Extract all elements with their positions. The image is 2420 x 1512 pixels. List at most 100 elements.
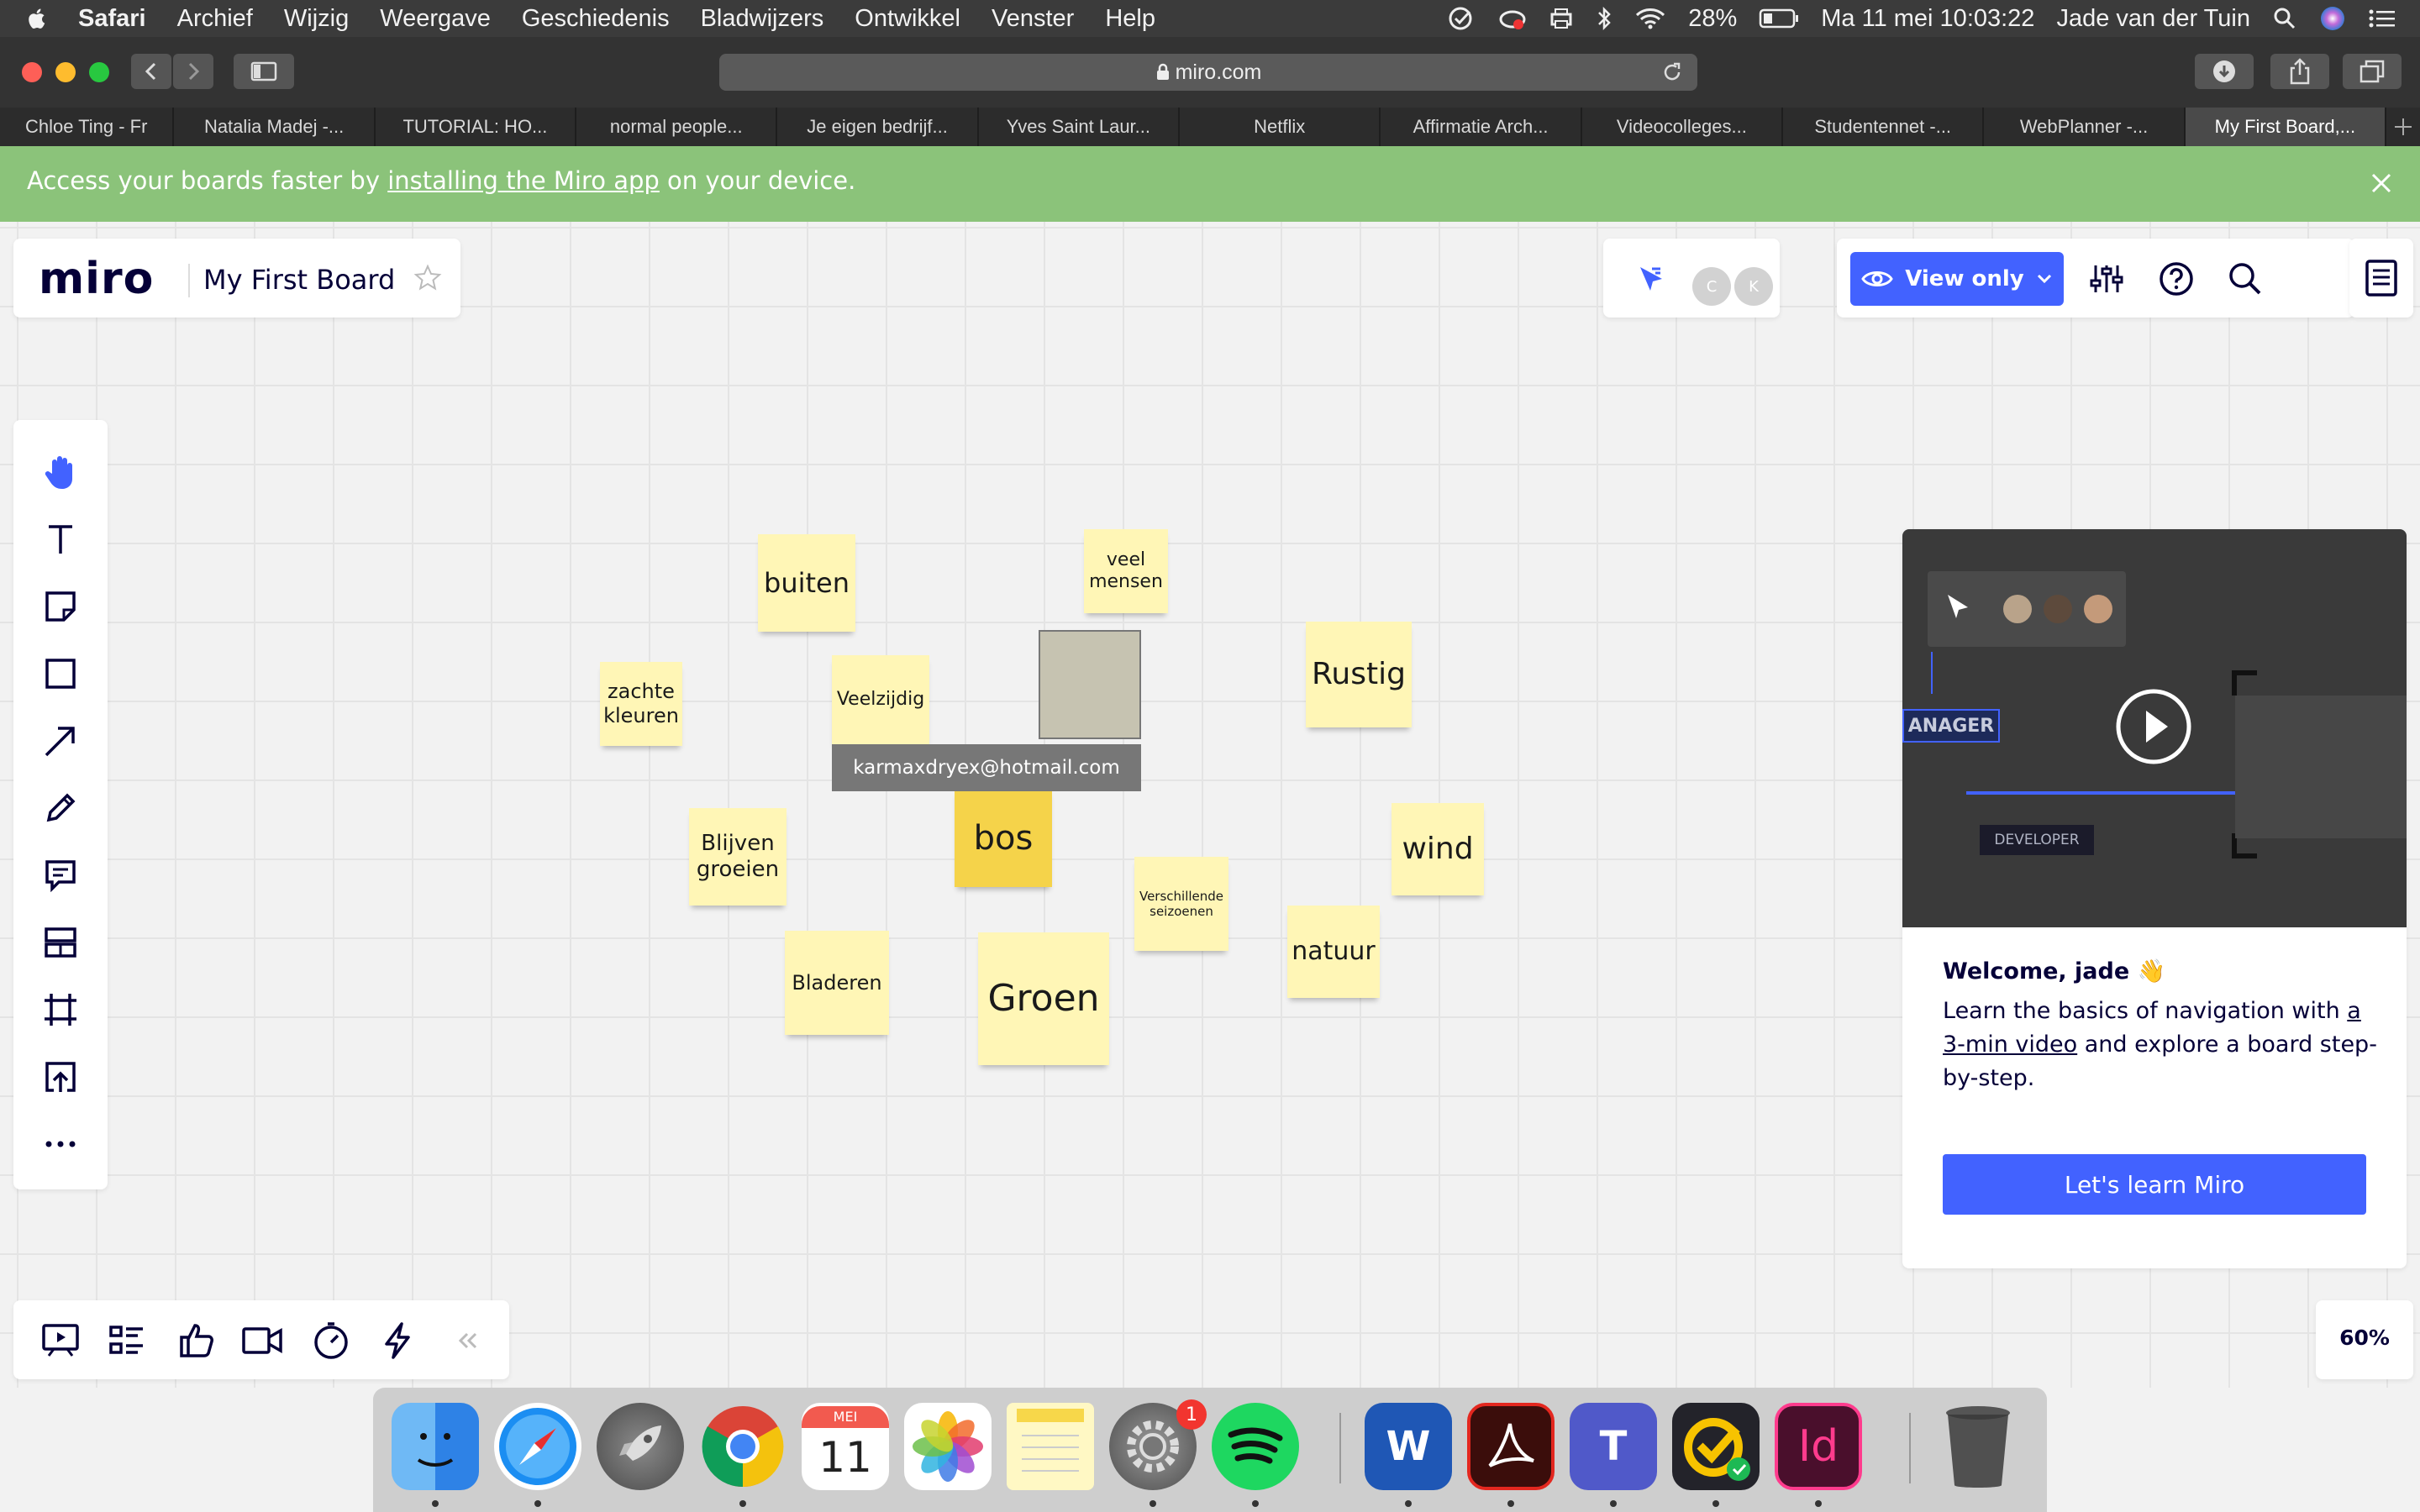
tab-overview-button[interactable] — [2343, 54, 2402, 89]
star-icon[interactable] — [413, 264, 442, 292]
menu-archief[interactable]: Archief — [177, 5, 253, 33]
downloads-button[interactable] — [2195, 54, 2254, 89]
maximize-window-button[interactable] — [89, 62, 109, 82]
templates-tool[interactable] — [37, 919, 84, 966]
close-window-button[interactable] — [22, 62, 42, 82]
finder-icon[interactable] — [392, 1403, 479, 1490]
safari-icon[interactable] — [494, 1403, 581, 1490]
shape-tool[interactable] — [37, 650, 84, 697]
notes-icon[interactable] — [1007, 1403, 1094, 1490]
board-canvas[interactable]: miro My First Board C K View only buiten… — [0, 222, 2420, 1388]
board-title[interactable]: My First Board — [203, 264, 395, 296]
acrobat-icon[interactable] — [1467, 1403, 1555, 1490]
tab-2[interactable]: TUTORIAL: HO... — [376, 108, 577, 146]
forward-button[interactable] — [173, 54, 213, 89]
siri-icon[interactable] — [2319, 5, 2346, 32]
selected-gray-note[interactable] — [1039, 630, 1141, 739]
tutorial-video[interactable]: ANAGER DEVELOPER — [1902, 529, 2407, 927]
tab-0[interactable]: Chloe Ting - Fr — [0, 108, 175, 146]
lets-learn-miro-button[interactable]: Let's learn Miro — [1943, 1154, 2366, 1215]
settings-sliders-icon[interactable] — [2089, 262, 2124, 296]
sticky-note-rustig[interactable]: Rustig — [1306, 622, 1412, 727]
view-only-button[interactable]: View only — [1850, 252, 2064, 306]
spotlight-search-icon[interactable] — [2272, 6, 2297, 31]
reload-icon[interactable] — [1660, 60, 1684, 84]
sticky-note-tool[interactable] — [37, 583, 84, 630]
sticky-note-buiten[interactable]: buiten — [758, 534, 855, 632]
launchpad-icon[interactable] — [597, 1403, 684, 1490]
tab-3[interactable]: normal people... — [576, 108, 778, 146]
collaborator-avatar-k[interactable]: K — [1734, 267, 1773, 306]
thumbs-up-icon[interactable] — [176, 1320, 217, 1361]
share-button[interactable] — [2270, 54, 2329, 89]
timer-icon[interactable] — [311, 1320, 351, 1361]
address-bar[interactable]: miro.com — [719, 54, 1697, 91]
menu-weergave[interactable]: Weergave — [380, 5, 491, 33]
board-content-list-icon[interactable] — [108, 1320, 148, 1361]
tab-1[interactable]: Natalia Madej -... — [174, 108, 376, 146]
zoom-level[interactable]: 60% — [2316, 1326, 2413, 1350]
sticky-note-bos[interactable]: bos — [955, 790, 1052, 887]
sidebar-toggle-button[interactable] — [234, 54, 294, 89]
search-icon[interactable] — [2227, 260, 2264, 297]
sticky-note-natuur[interactable]: natuur — [1287, 906, 1380, 998]
menu-geschiedenis[interactable]: Geschiedenis — [522, 5, 670, 33]
close-icon[interactable] — [2363, 165, 2400, 202]
notes-list-icon[interactable] — [2365, 259, 2398, 297]
new-tab-button[interactable] — [2386, 108, 2420, 146]
follow-cursor-icon[interactable] — [1635, 264, 1665, 294]
sticky-note-blijven-groeien[interactable]: Blijven groeien — [689, 808, 786, 906]
photos-icon[interactable] — [904, 1403, 992, 1490]
tab-5[interactable]: Yves Saint Laur... — [979, 108, 1181, 146]
text-tool[interactable] — [37, 516, 84, 563]
more-tools-button[interactable] — [37, 1121, 84, 1168]
menubar-user[interactable]: Jade van der Tuin — [2056, 5, 2250, 33]
tab-4[interactable]: Je eigen bedrijf... — [777, 108, 979, 146]
menu-bladwijzers[interactable]: Bladwijzers — [701, 5, 824, 33]
norton-icon[interactable] — [1672, 1403, 1760, 1490]
sticky-note-groen[interactable]: Groen — [978, 932, 1109, 1065]
microsoft-teams-icon[interactable]: T — [1570, 1403, 1657, 1490]
presentation-icon[interactable] — [40, 1320, 81, 1361]
sticky-note-wind[interactable]: wind — [1392, 803, 1484, 895]
hand-tool[interactable] — [37, 449, 84, 496]
trash-icon[interactable] — [1934, 1403, 2022, 1490]
play-icon[interactable] — [2114, 687, 2193, 766]
creative-cloud-icon[interactable] — [1498, 6, 1527, 31]
calendar-icon[interactable]: MEI 11 — [802, 1403, 889, 1490]
microsoft-word-icon[interactable]: W — [1365, 1403, 1452, 1490]
menu-wijzig[interactable]: Wijzig — [284, 5, 349, 33]
connection-line-tool[interactable] — [37, 717, 84, 764]
sticky-note-veel-mensen[interactable]: veel mensen — [1084, 529, 1168, 613]
video-call-icon[interactable] — [242, 1320, 282, 1361]
back-button[interactable] — [131, 54, 171, 89]
notification-center-icon[interactable] — [2368, 6, 2396, 31]
pen-tool[interactable] — [37, 785, 84, 832]
miro-logo[interactable]: miro — [39, 254, 154, 304]
tab-11-active[interactable]: My First Board,... — [2185, 108, 2387, 146]
tab-7[interactable]: Affirmatie Arch... — [1381, 108, 1582, 146]
checkmark-status-icon[interactable] — [1448, 6, 1476, 31]
bluetooth-icon[interactable] — [1596, 6, 1612, 31]
menu-venster[interactable]: Venster — [992, 5, 1074, 33]
help-icon[interactable] — [2158, 260, 2195, 297]
battery-icon[interactable] — [1759, 8, 1799, 29]
printer-icon[interactable] — [1549, 6, 1574, 31]
minimize-window-button[interactable] — [55, 62, 76, 82]
sticky-note-zachte-kleuren[interactable]: zachte kleuren — [600, 662, 682, 746]
sticky-note-veelzijdig[interactable]: Veelzijdig — [832, 655, 929, 744]
lightning-icon[interactable] — [378, 1320, 418, 1361]
collaborator-avatar-c[interactable]: C — [1692, 267, 1731, 306]
wifi-icon[interactable] — [1634, 6, 1666, 31]
tab-9[interactable]: Studentennet -... — [1783, 108, 1985, 146]
spotify-icon[interactable] — [1212, 1403, 1299, 1490]
install-miro-app-link[interactable]: installing the Miro app — [387, 166, 660, 195]
sticky-note-verschillende-seizoenen[interactable]: Verschillende seizoenen — [1134, 857, 1228, 951]
chrome-icon[interactable] — [699, 1403, 786, 1490]
menu-ontwikkel[interactable]: Ontwikkel — [855, 5, 960, 33]
collapse-double-chevron-icon[interactable] — [447, 1320, 487, 1361]
menu-app-safari[interactable]: Safari — [78, 5, 146, 33]
tab-10[interactable]: WebPlanner -... — [1984, 108, 2186, 146]
apple-icon[interactable] — [25, 7, 47, 30]
tab-6[interactable]: Netflix — [1180, 108, 1381, 146]
